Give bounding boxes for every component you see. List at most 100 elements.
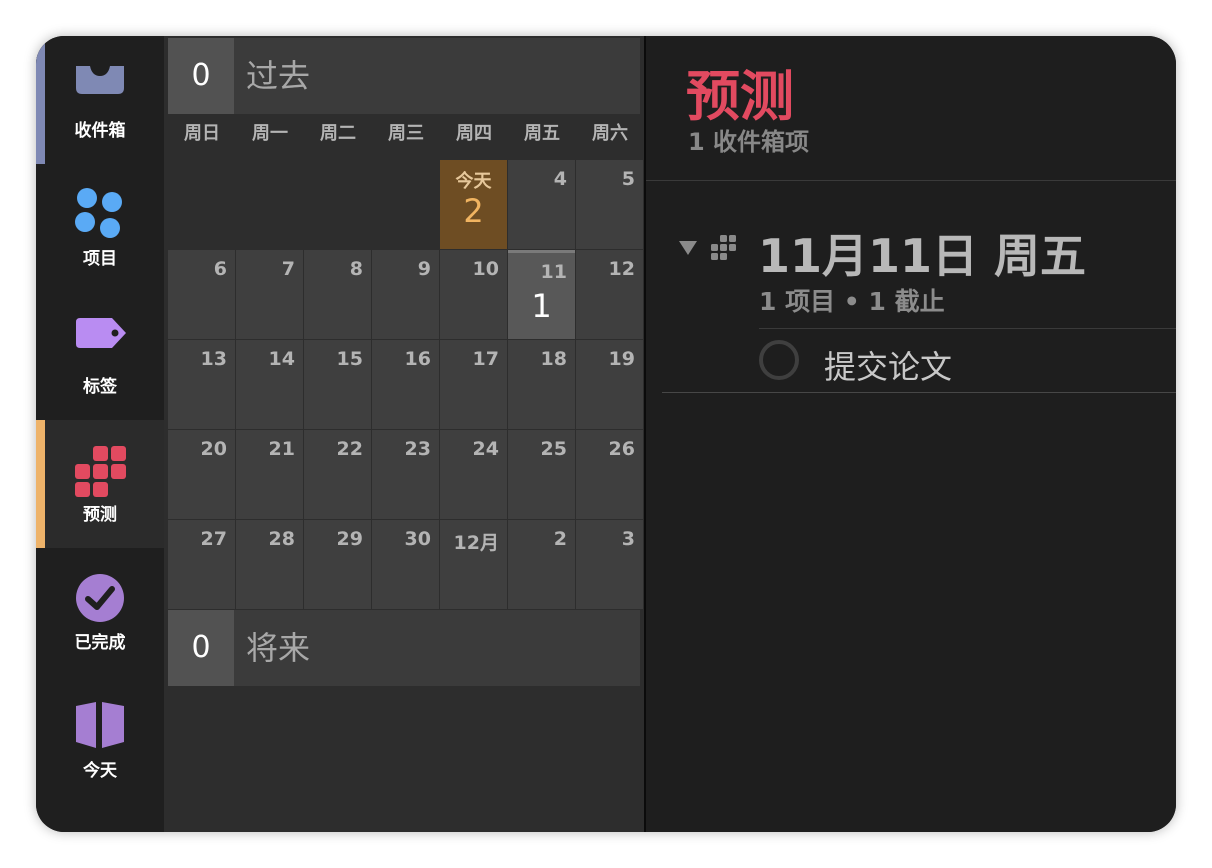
weekday-label: 周日 bbox=[184, 123, 220, 144]
sidebar-item-inbox[interactable]: 收件箱 bbox=[36, 36, 164, 164]
group-meta: 1 项目 • 1 截止 bbox=[759, 287, 945, 316]
calendar-day[interactable]: 18 bbox=[508, 340, 575, 429]
day-number: 14 bbox=[268, 348, 295, 370]
day-number: 23 bbox=[404, 438, 431, 460]
active-indicator bbox=[36, 36, 45, 164]
day-number: 19 bbox=[608, 348, 635, 370]
calendar-day[interactable]: 2 bbox=[508, 520, 575, 609]
calendar-day-empty bbox=[304, 160, 371, 249]
page-subtitle: 1 收件箱项 bbox=[688, 128, 810, 156]
calendar-day[interactable]: 12月 bbox=[440, 520, 507, 609]
day-number: 16 bbox=[404, 348, 431, 370]
calendar-day[interactable]: 26 bbox=[576, 430, 643, 519]
day-number: 8 bbox=[349, 258, 363, 280]
tag-icon bbox=[76, 318, 126, 348]
task-status-circle[interactable] bbox=[759, 340, 799, 380]
day-number: 9 bbox=[417, 258, 431, 280]
day-number: 18 bbox=[540, 348, 567, 370]
projects-dots-icon bbox=[75, 188, 122, 238]
day-number: 17 bbox=[472, 348, 499, 370]
day-number: 5 bbox=[621, 168, 635, 190]
day-number: 21 bbox=[268, 438, 295, 460]
app-window: 收件箱 项目 标签 预测 已完成 今天 0 过去 周日 周一 周二 周三 周四 … bbox=[36, 36, 1176, 832]
calendar-day-empty bbox=[236, 160, 303, 249]
day-number: 25 bbox=[540, 438, 567, 460]
day-number: 30 bbox=[404, 528, 431, 550]
calendar-day[interactable]: 28 bbox=[236, 520, 303, 609]
sidebar-item-label: 项目 bbox=[83, 249, 117, 269]
day-number: 10 bbox=[472, 258, 499, 280]
day-number: 3 bbox=[621, 528, 635, 550]
disclosure-triangle-icon[interactable] bbox=[678, 240, 698, 256]
calendar-day[interactable]: 14 bbox=[236, 340, 303, 429]
calendar-day[interactable]: 7 bbox=[236, 250, 303, 339]
task-title: 提交论文 bbox=[824, 348, 953, 386]
calendar-day-empty bbox=[372, 160, 439, 249]
sidebar-item-forecast[interactable]: 预测 bbox=[36, 420, 164, 548]
calendar-day[interactable]: 15 bbox=[304, 340, 371, 429]
calendar-day[interactable]: 10 bbox=[440, 250, 507, 339]
group-divider bbox=[759, 328, 1176, 329]
calendar-day[interactable]: 19 bbox=[576, 340, 643, 429]
calendar-day[interactable]: 20 bbox=[168, 430, 235, 519]
day-number: 2 bbox=[553, 528, 567, 550]
day-number: 24 bbox=[472, 438, 499, 460]
calendar-day[interactable]: 22 bbox=[304, 430, 371, 519]
past-bucket[interactable]: 0 过去 bbox=[168, 38, 640, 114]
sidebar-item-label: 标签 bbox=[83, 377, 117, 397]
day-number: 27 bbox=[200, 528, 227, 550]
weekday-label: 周一 bbox=[252, 123, 288, 144]
calendar-day[interactable]: 13 bbox=[168, 340, 235, 429]
calendar-day-empty bbox=[168, 160, 235, 249]
group-date-heading: 11月11日 周五 bbox=[758, 229, 1087, 283]
calendar-day-today[interactable]: 今天 2 bbox=[440, 160, 507, 249]
calendar-day[interactable]: 21 bbox=[236, 430, 303, 519]
weekday-label: 周六 bbox=[592, 123, 628, 144]
past-label: 过去 bbox=[246, 57, 311, 95]
calendar-day[interactable]: 27 bbox=[168, 520, 235, 609]
forecast-grid-icon bbox=[75, 446, 126, 497]
sidebar-item-label: 预测 bbox=[83, 505, 117, 525]
header-divider bbox=[646, 180, 1176, 181]
day-number: 11 bbox=[540, 261, 567, 283]
calendar-day[interactable]: 6 bbox=[168, 250, 235, 339]
sidebar-item-projects[interactable]: 项目 bbox=[36, 164, 164, 292]
page-title: 预测 bbox=[686, 65, 794, 128]
calendar-day[interactable]: 25 bbox=[508, 430, 575, 519]
day-number: 20 bbox=[200, 438, 227, 460]
forecast-detail: 预测 1 收件箱项 11月11日 周五 1 项目 • 1 截止 提交论文 bbox=[646, 36, 1176, 832]
calendar-day[interactable]: 3 bbox=[576, 520, 643, 609]
calendar-day[interactable]: 30 bbox=[372, 520, 439, 609]
calendar-day[interactable]: 4 bbox=[508, 160, 575, 249]
future-bucket[interactable]: 0 将来 bbox=[168, 610, 640, 686]
calendar-day[interactable]: 5 bbox=[576, 160, 643, 249]
sidebar-item-tags[interactable]: 标签 bbox=[36, 292, 164, 420]
sidebar-item-label: 已完成 bbox=[74, 633, 126, 653]
weekday-label: 周五 bbox=[524, 123, 560, 144]
future-label: 将来 bbox=[246, 629, 311, 667]
day-number: 13 bbox=[200, 348, 227, 370]
day-number: 4 bbox=[553, 168, 567, 190]
calendar-day[interactable]: 17 bbox=[440, 340, 507, 429]
day-number: 12 bbox=[608, 258, 635, 280]
sidebar: 收件箱 项目 标签 预测 已完成 今天 bbox=[36, 36, 164, 832]
completed-check-icon bbox=[76, 574, 124, 622]
calendar-day[interactable]: 16 bbox=[372, 340, 439, 429]
calendar-day[interactable]: 11 1 bbox=[508, 250, 575, 339]
today-label: 今天 bbox=[455, 171, 492, 192]
calendar-day[interactable]: 12 bbox=[576, 250, 643, 339]
weekday-label: 周二 bbox=[320, 123, 356, 144]
sidebar-item-completed[interactable]: 已完成 bbox=[36, 548, 164, 676]
task-divider bbox=[662, 392, 1176, 393]
day-number: 29 bbox=[336, 528, 363, 550]
forecast-calendar: 0 过去 周日 周一 周二 周三 周四 周五 周六 今天 2 4 5 6 7 8 9 10 11 1 12 13 14… bbox=[164, 36, 644, 832]
calendar-day[interactable]: 23 bbox=[372, 430, 439, 519]
calendar-day[interactable]: 8 bbox=[304, 250, 371, 339]
sidebar-item-label: 今天 bbox=[83, 761, 117, 781]
past-count: 0 bbox=[168, 38, 234, 114]
weekday-label: 周四 bbox=[456, 123, 492, 144]
calendar-day[interactable]: 9 bbox=[372, 250, 439, 339]
calendar-day[interactable]: 29 bbox=[304, 520, 371, 609]
calendar-day[interactable]: 24 bbox=[440, 430, 507, 519]
sidebar-item-today[interactable]: 今天 bbox=[36, 676, 164, 804]
